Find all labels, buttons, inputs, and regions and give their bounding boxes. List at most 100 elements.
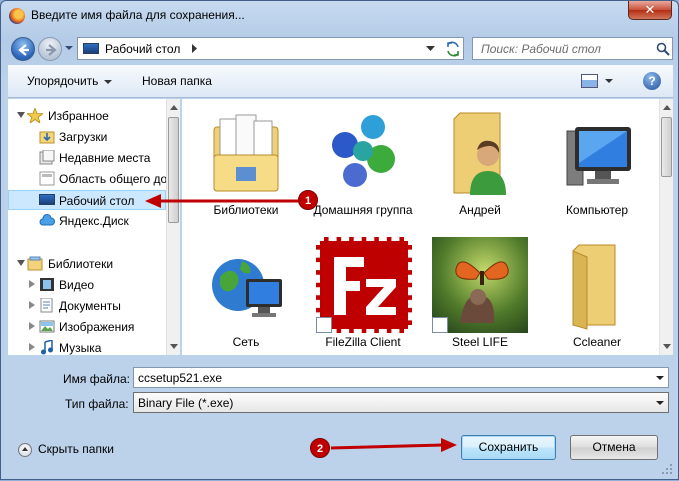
shortcut-arrow-icon xyxy=(316,317,332,333)
save-file-dialog: Введите имя файла для сохранения... ✕ Ра… xyxy=(0,0,679,480)
cancel-button[interactable]: Отмена xyxy=(570,435,658,460)
sidebar-item-libraries[interactable]: Библиотеки xyxy=(8,254,166,274)
hide-folders-label: Скрыть папки xyxy=(38,442,114,456)
expand-icon[interactable] xyxy=(29,280,35,288)
sidebar-label: Библиотеки xyxy=(48,257,114,271)
navigation-pane: Избранное Загрузки Недавние места Област… xyxy=(8,99,180,355)
close-button[interactable]: ✕ xyxy=(628,1,672,20)
organize-button[interactable]: Упорядочить xyxy=(27,74,113,88)
address-bar[interactable]: Рабочий стол xyxy=(77,37,464,60)
sidebar-item-music[interactable]: Музыка xyxy=(8,338,166,355)
address-text[interactable]: Рабочий стол xyxy=(105,42,180,56)
chevron-up-icon xyxy=(18,442,32,457)
file-item-andrey[interactable]: Андрей xyxy=(425,99,535,229)
video-icon xyxy=(40,278,54,291)
filetype-value: Binary File (*.exe) xyxy=(138,396,234,410)
filename-value: ccsetup521.exe xyxy=(138,371,223,385)
filezilla-icon xyxy=(316,237,412,333)
save-button[interactable]: Сохранить xyxy=(461,435,556,460)
refresh-icon[interactable] xyxy=(445,41,461,57)
expand-icon[interactable] xyxy=(29,343,35,351)
recent-pages-chevron-icon[interactable] xyxy=(65,44,73,52)
firefox-icon xyxy=(9,8,25,24)
sidebar-label: Недавние места xyxy=(59,151,151,165)
hide-folders-button[interactable]: Скрыть папки xyxy=(18,442,114,457)
sidebar-item-downloads[interactable]: Загрузки xyxy=(8,127,166,147)
breadcrumb-chevron-icon[interactable] xyxy=(190,44,198,53)
sidebar-label: Область общего до xyxy=(59,172,168,186)
filename-input[interactable]: ccsetup521.exe xyxy=(133,367,669,388)
music-icon xyxy=(41,340,53,355)
file-item-ccleaner[interactable]: Ccleaner xyxy=(542,231,652,355)
arrow-right-icon xyxy=(46,44,57,56)
file-label: Компьютер xyxy=(565,203,629,217)
user-folder-icon xyxy=(453,112,506,195)
chevron-down-icon[interactable] xyxy=(656,376,664,380)
search-input[interactable]: Поиск: Рабочий стол xyxy=(481,42,601,56)
cloud-icon xyxy=(39,214,55,226)
sidebar-scrollbar[interactable] xyxy=(166,99,180,355)
sidebar-item-favorites[interactable]: Избранное xyxy=(8,106,166,126)
scroll-thumb[interactable] xyxy=(168,117,179,223)
filetype-select[interactable]: Binary File (*.exe) xyxy=(133,392,669,413)
sidebar-item-desktop[interactable]: Рабочий стол xyxy=(8,190,166,210)
file-label: Сеть xyxy=(232,335,260,349)
command-toolbar: Упорядочить Новая папка ? xyxy=(8,65,673,98)
forward-button[interactable] xyxy=(38,37,62,61)
file-item-steel-life[interactable]: Steel LIFE xyxy=(425,231,535,355)
steel-life-icon xyxy=(432,237,528,333)
view-mode-icon[interactable] xyxy=(581,74,598,88)
resize-grip-icon[interactable] xyxy=(661,463,673,475)
file-item-homegroup[interactable]: Домашняя группа xyxy=(308,99,418,229)
sidebar-item-yandex-disk[interactable]: Яндекс.Диск xyxy=(8,211,166,231)
sidebar-label: Яндекс.Диск xyxy=(59,214,129,228)
libraries-icon xyxy=(27,256,43,271)
search-icon[interactable] xyxy=(656,42,670,56)
expand-icon[interactable] xyxy=(17,112,25,118)
search-box[interactable]: Поиск: Рабочий стол xyxy=(472,37,673,60)
network-icon xyxy=(212,259,282,317)
sidebar-item-images[interactable]: Изображения xyxy=(8,317,166,337)
back-button[interactable] xyxy=(11,37,35,61)
annotation-arrowhead-2 xyxy=(441,438,457,452)
desktop-icon xyxy=(83,43,99,54)
scroll-up-icon[interactable] xyxy=(663,105,671,110)
annotation-arrow-2 xyxy=(330,443,444,450)
scroll-down-icon[interactable] xyxy=(170,344,178,349)
chevron-down-icon xyxy=(104,79,113,84)
scroll-up-icon[interactable] xyxy=(170,105,178,110)
sidebar-label: Музыка xyxy=(59,341,102,355)
view-dropdown-icon[interactable] xyxy=(605,79,613,83)
folder-icon xyxy=(572,244,616,330)
sidebar-item-shared-area[interactable]: Область общего до xyxy=(8,169,168,189)
help-icon[interactable]: ? xyxy=(643,72,661,90)
shortcut-arrow-icon xyxy=(432,317,448,333)
file-label: FileZilla Client xyxy=(325,335,401,349)
file-list-scrollbar[interactable] xyxy=(659,99,673,355)
file-item-filezilla[interactable]: FileZilla Client xyxy=(308,231,418,355)
file-item-computer[interactable]: Компьютер xyxy=(542,99,652,229)
chevron-down-icon[interactable] xyxy=(656,401,664,405)
file-item-network[interactable]: Сеть xyxy=(191,231,301,355)
new-folder-button[interactable]: Новая папка xyxy=(142,74,212,88)
expand-icon[interactable] xyxy=(29,301,35,309)
sidebar-item-documents[interactable]: Документы xyxy=(8,296,166,316)
sidebar-label: Рабочий стол xyxy=(59,194,135,208)
computer-icon xyxy=(566,127,631,186)
file-label: Ccleaner xyxy=(572,335,622,349)
documents-icon xyxy=(40,298,53,313)
address-dropdown-icon[interactable] xyxy=(426,46,435,52)
arrow-left-icon xyxy=(18,44,29,56)
homegroup-icon xyxy=(332,115,395,187)
images-icon xyxy=(39,320,55,333)
scroll-thumb[interactable] xyxy=(661,117,672,177)
sidebar-item-video[interactable]: Видео xyxy=(8,275,166,295)
sidebar-item-recent-places[interactable]: Недавние места xyxy=(8,148,166,168)
expand-icon[interactable] xyxy=(29,322,35,330)
sidebar-label: Избранное xyxy=(48,109,109,123)
scroll-down-icon[interactable] xyxy=(663,344,671,349)
file-item-libraries[interactable]: Библиотеки xyxy=(191,99,301,229)
title-bar: Введите имя файла для сохранения... ✕ xyxy=(1,1,678,31)
star-icon xyxy=(27,108,43,123)
expand-icon[interactable] xyxy=(17,260,25,266)
